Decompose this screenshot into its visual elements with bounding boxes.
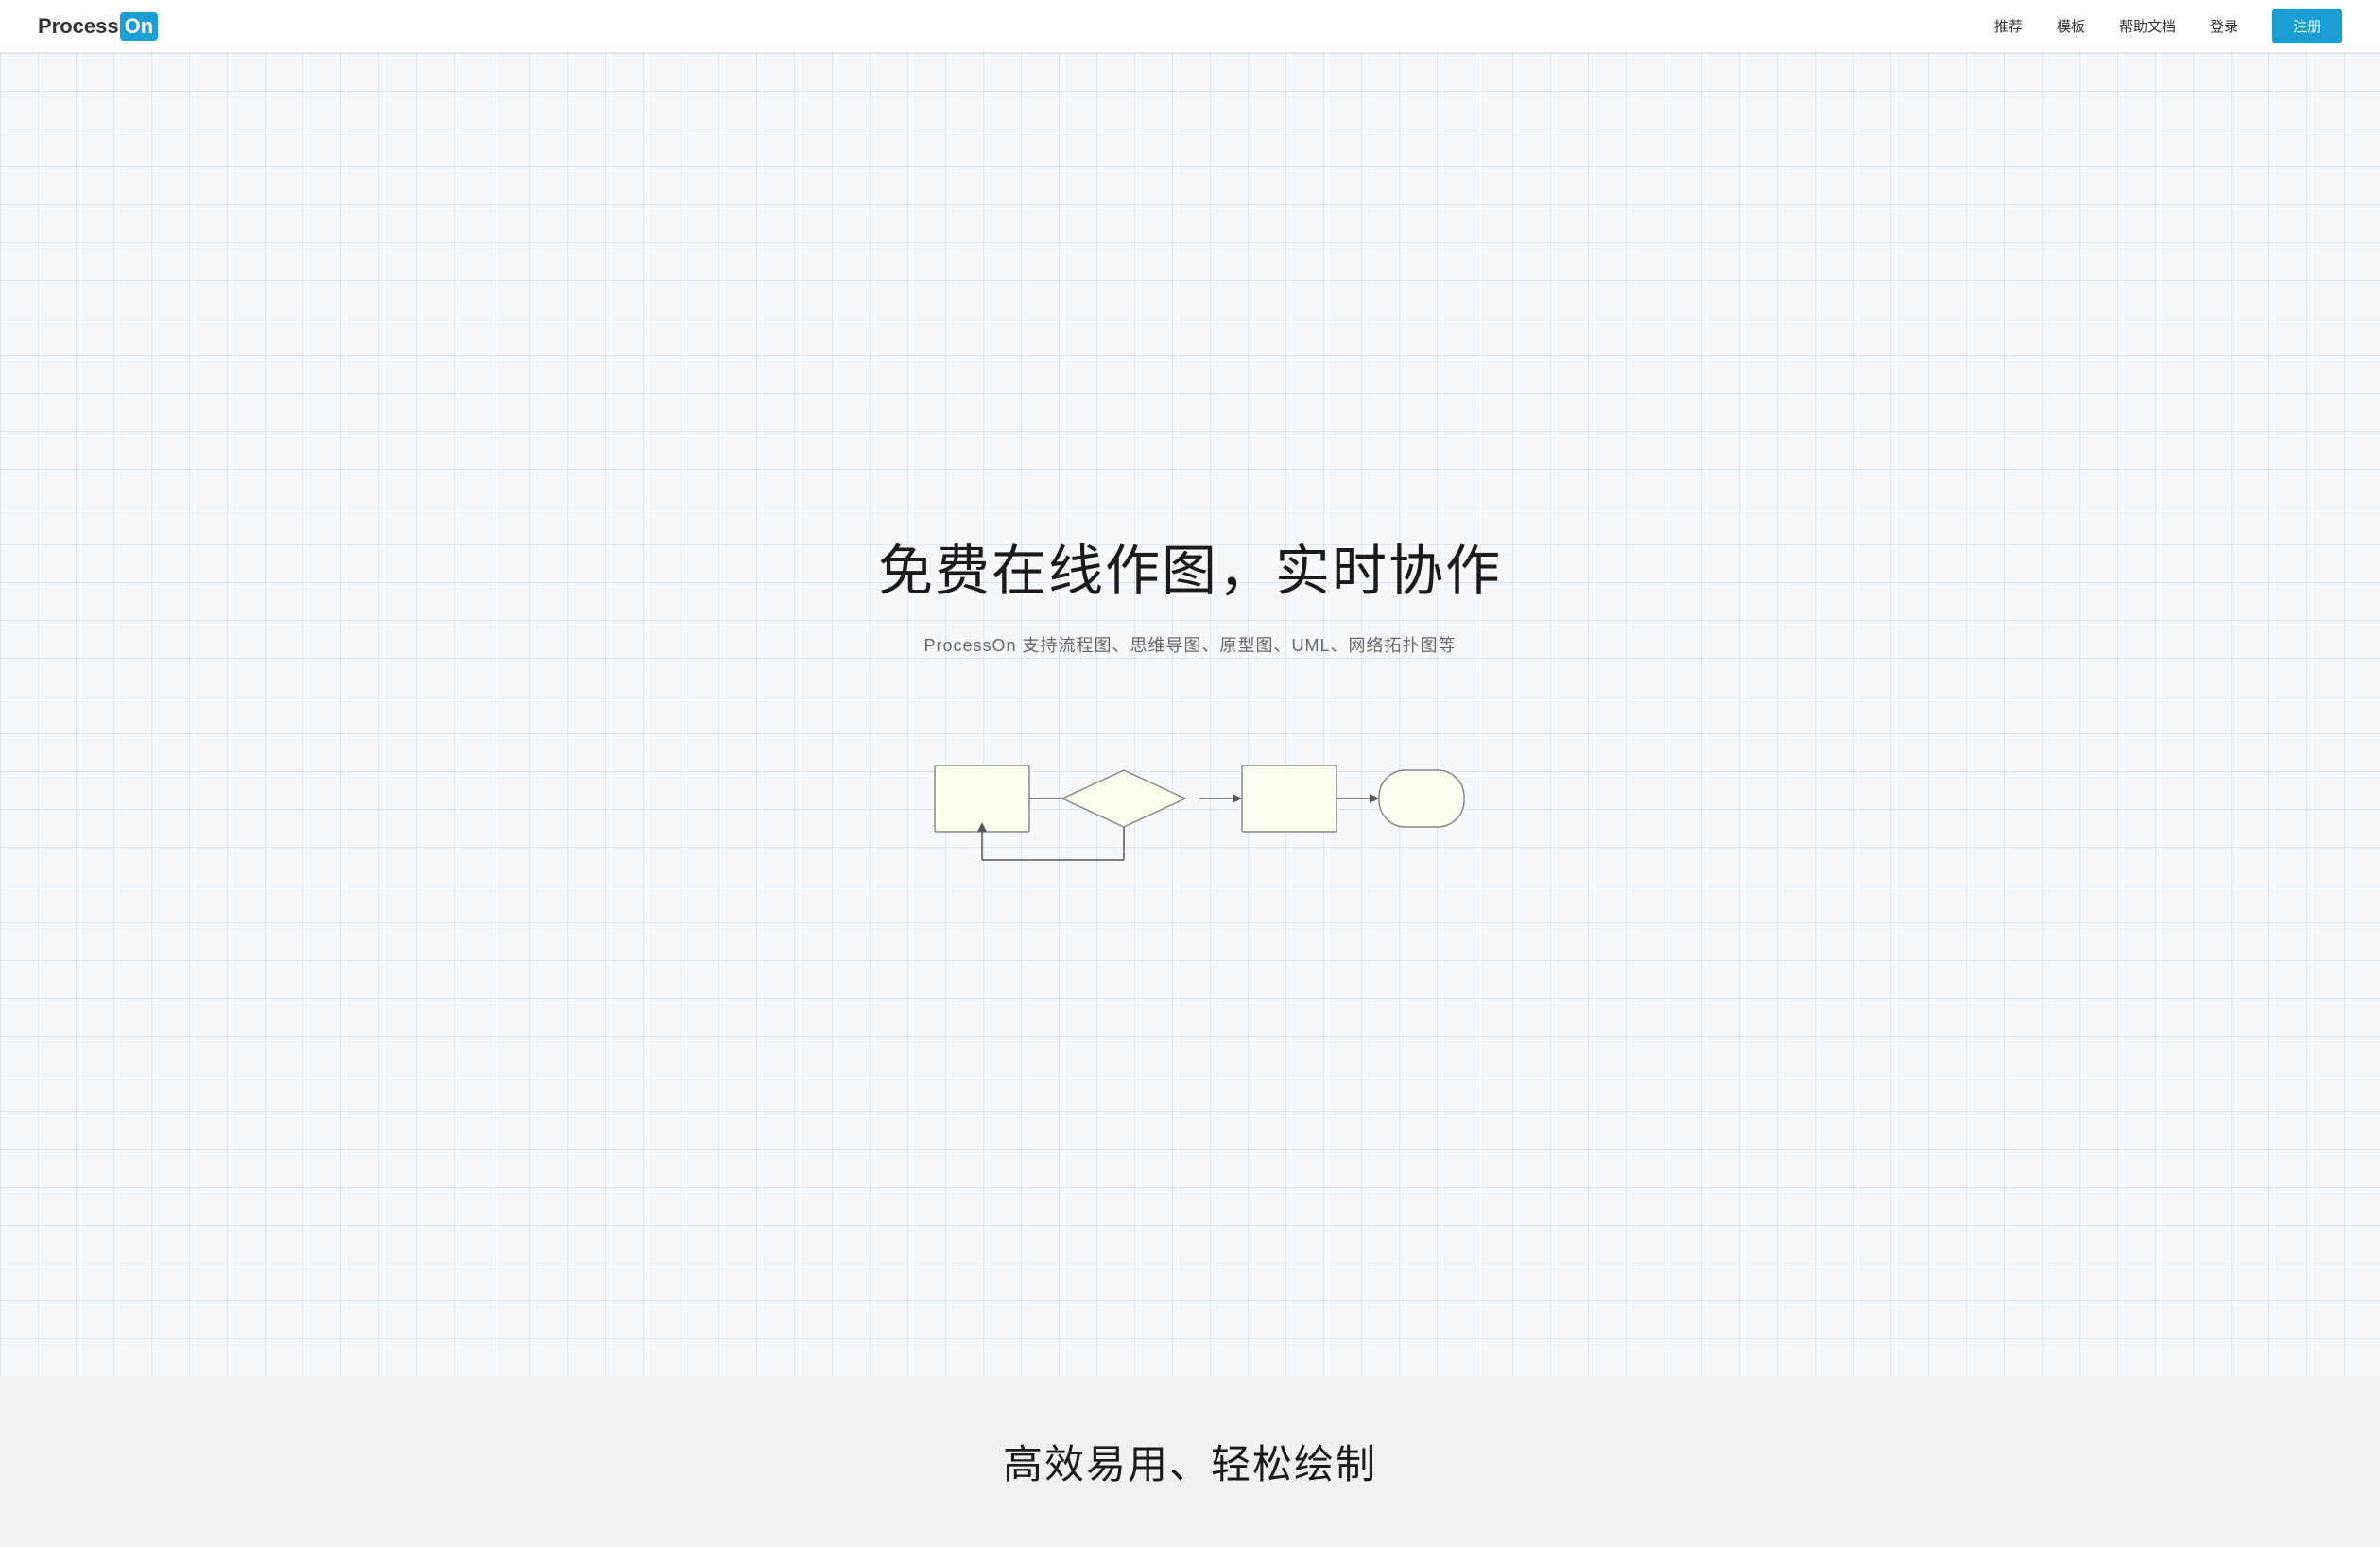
nav-links: 推荐 模板 帮助文档 登录 注册	[1994, 9, 2342, 43]
logo[interactable]: ProcessOn	[38, 12, 158, 41]
register-button[interactable]: 注册	[2272, 9, 2342, 43]
logo-process-text: Process	[38, 14, 119, 39]
nav-templates[interactable]: 模板	[2057, 16, 2085, 36]
flowchart-diagram	[906, 713, 1474, 884]
nav-recommend[interactable]: 推荐	[1994, 16, 2023, 36]
hero-section: 免费在线作图，实时协作 ProcessOn 支持流程图、思维导图、原型图、UML…	[0, 53, 2380, 1376]
navbar: ProcessOn 推荐 模板 帮助文档 登录 注册	[0, 0, 2380, 53]
bottom-section: 高效易用、轻松绘制	[0, 1376, 2380, 1547]
nav-login[interactable]: 登录	[2210, 16, 2238, 36]
bottom-title: 高效易用、轻松绘制	[19, 1433, 2361, 1490]
logo-on-text: On	[120, 12, 159, 41]
hero-subtitle: ProcessOn 支持流程图、思维导图、原型图、UML、网络拓扑图等	[923, 632, 1456, 657]
hero-title: 免费在线作图，实时协作	[878, 526, 1502, 606]
flowchart-svg	[906, 713, 1474, 884]
nav-help[interactable]: 帮助文档	[2119, 16, 2176, 36]
